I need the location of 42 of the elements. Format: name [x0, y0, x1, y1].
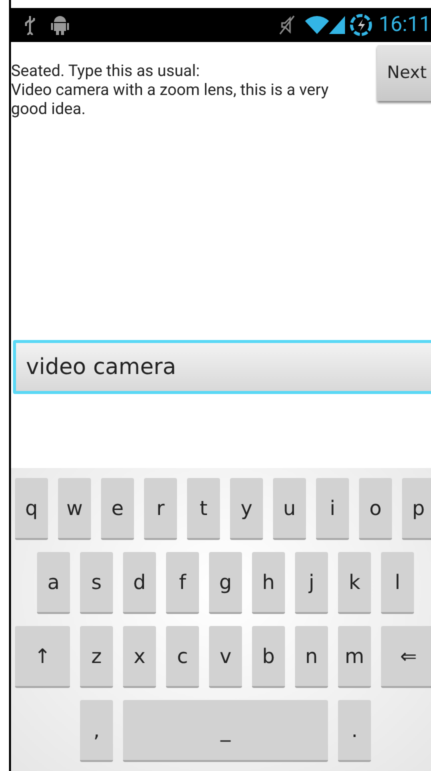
key[interactable]: g: [209, 552, 242, 614]
key[interactable]: o: [359, 478, 392, 540]
signal-icon: [328, 16, 345, 34]
key[interactable]: r: [144, 478, 177, 540]
android-icon: [51, 14, 69, 36]
key[interactable]: k: [338, 552, 371, 614]
key[interactable]: c: [166, 626, 199, 688]
key[interactable]: ,: [80, 700, 113, 762]
key[interactable]: y: [230, 478, 263, 540]
text-input-field[interactable]: video camera: [13, 340, 431, 394]
key[interactable]: j: [295, 552, 328, 614]
key[interactable]: q: [15, 478, 48, 540]
key[interactable]: h: [252, 552, 285, 614]
next-button[interactable]: Next: [377, 45, 431, 101]
key[interactable]: b: [252, 626, 285, 688]
instruction-text: Seated. Type this as usual:: [11, 61, 201, 80]
key[interactable]: v: [209, 626, 242, 688]
key[interactable]: x: [123, 626, 156, 688]
backspace-key[interactable]: ⇐: [381, 626, 431, 688]
key[interactable]: .: [338, 700, 371, 762]
key[interactable]: e: [101, 478, 134, 540]
key[interactable]: z: [80, 626, 113, 688]
key[interactable]: s: [80, 552, 113, 614]
key[interactable]: u: [273, 478, 306, 540]
key[interactable]: i: [316, 478, 349, 540]
key[interactable]: a: [37, 552, 70, 614]
key[interactable]: m: [338, 626, 371, 688]
key[interactable]: n: [295, 626, 328, 688]
key[interactable]: l: [381, 552, 414, 614]
key[interactable]: f: [166, 552, 199, 614]
usb-icon: [23, 15, 37, 35]
mute-icon: [278, 15, 295, 35]
sync-icon: [348, 13, 373, 37]
key[interactable]: d: [123, 552, 156, 614]
key[interactable]: t: [187, 478, 220, 540]
target-phrase: Video camera with a zoom lens, this is a very good idea.: [11, 80, 329, 118]
wifi-icon: [304, 16, 329, 34]
key[interactable]: p: [402, 478, 431, 540]
key[interactable]: w: [58, 478, 91, 540]
clock-time: 16:11: [378, 13, 431, 37]
shift-key[interactable]: ↑: [15, 626, 70, 688]
space-key[interactable]: _: [123, 700, 328, 762]
